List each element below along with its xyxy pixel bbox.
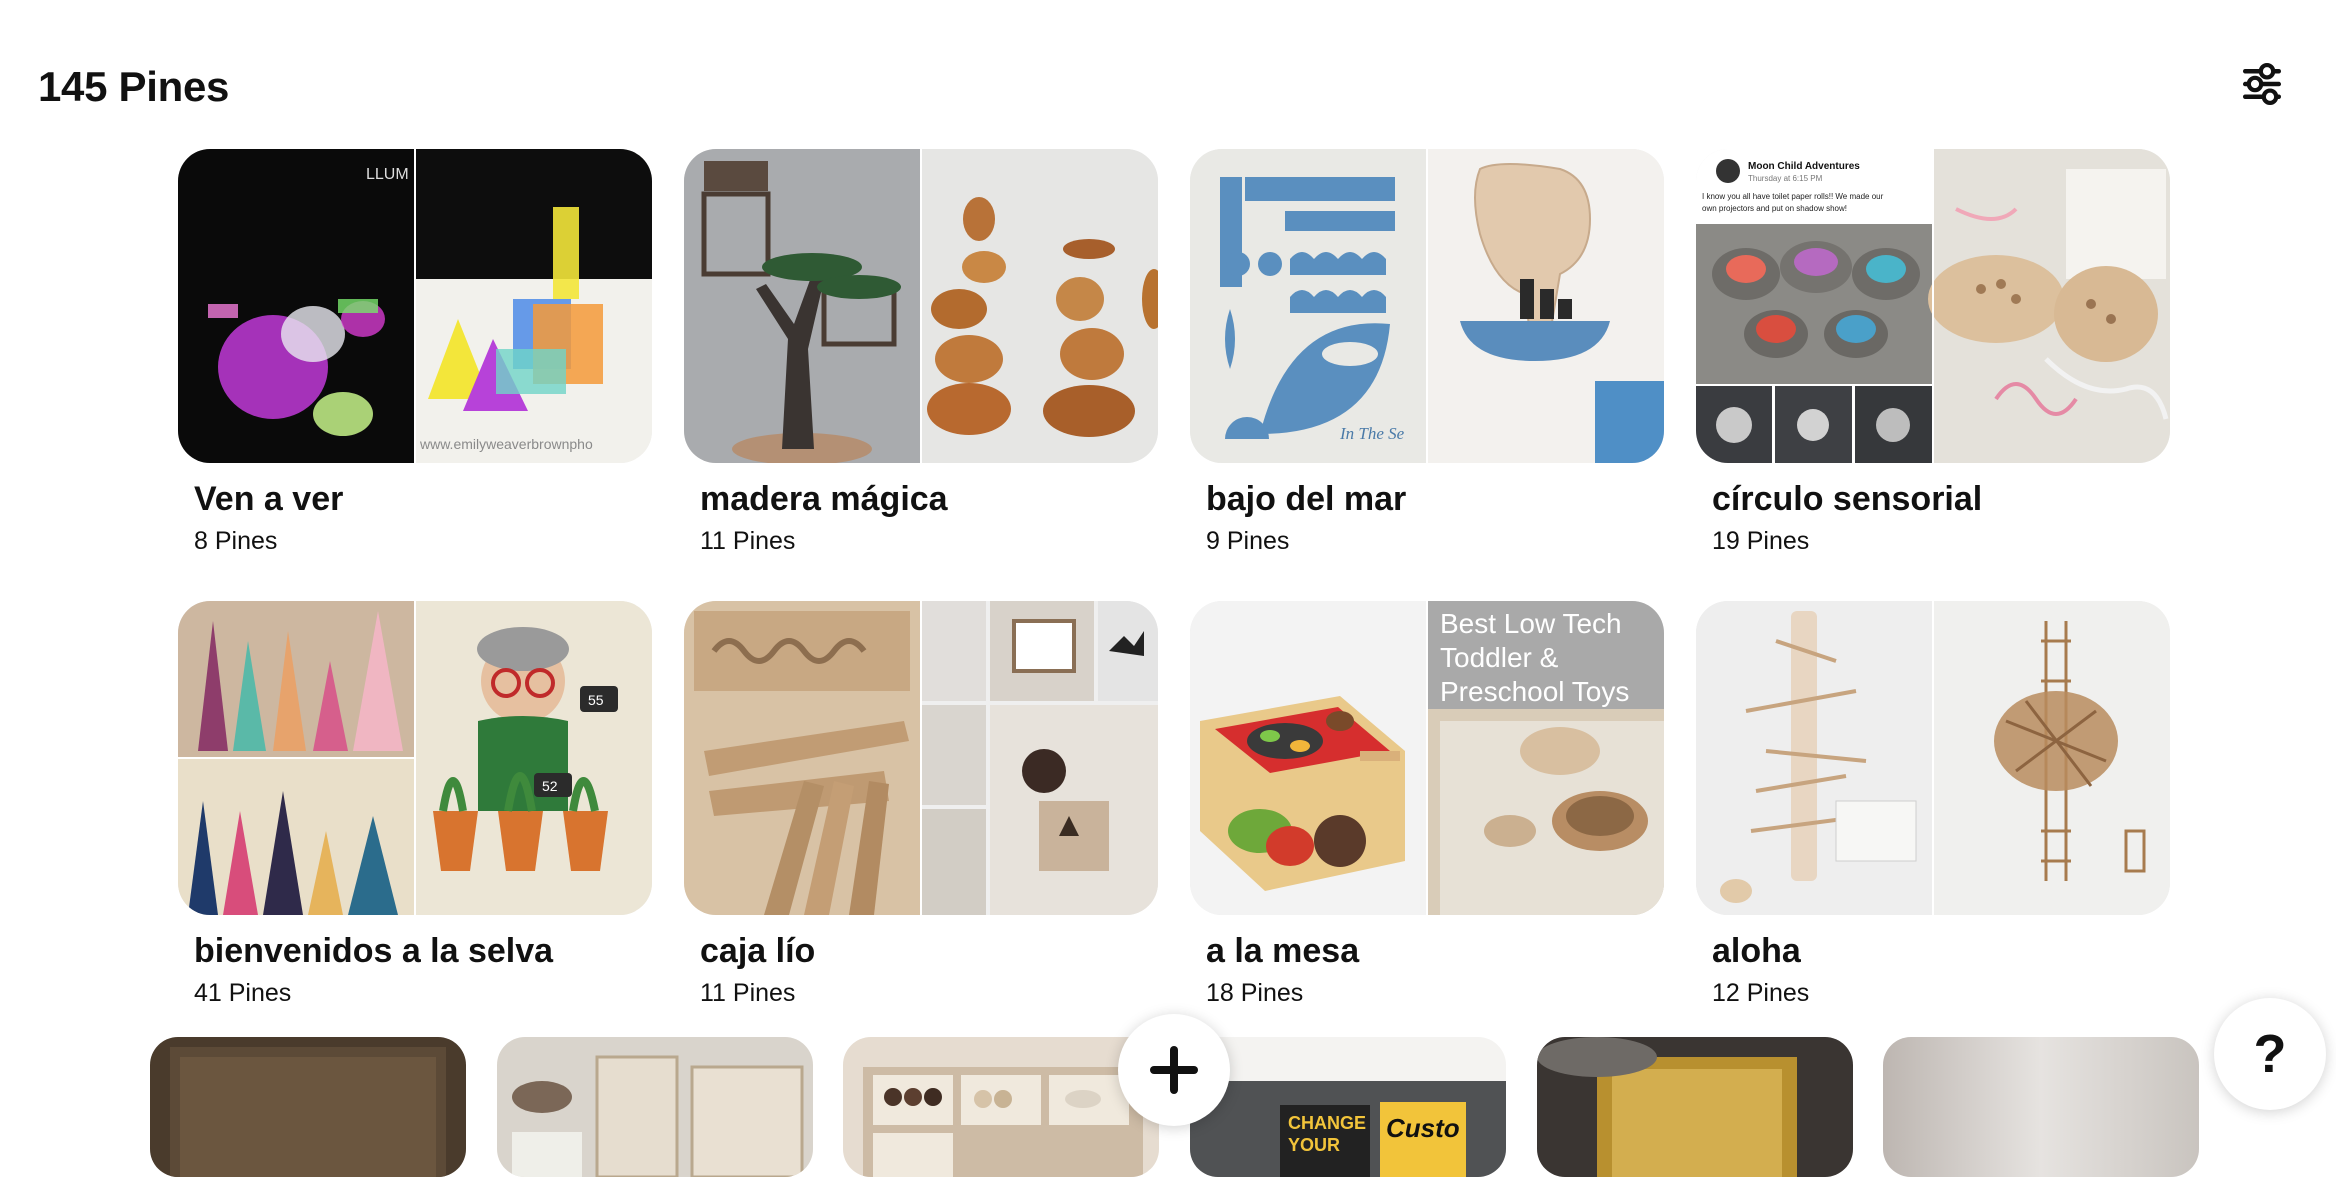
selva-tag-1: 55	[588, 692, 604, 708]
sliders-icon	[2243, 62, 2281, 106]
circulo-post-text-1: I know you all have toilet paper rolls!!…	[1702, 192, 1884, 201]
board-name: aloha	[1712, 932, 1801, 970]
board-pin-count: 19 Pines	[1712, 527, 1810, 555]
circulo-post-time: Thursday at 6:15 PM	[1748, 174, 1823, 183]
board-cover[interactable]: 55 52	[178, 601, 652, 915]
board-name: madera mágica	[700, 480, 948, 518]
board-cover[interactable]: CHANGE YOUR Custo	[1190, 1037, 1506, 1177]
board-cover[interactable]	[843, 1037, 1159, 1177]
mesa-overlay-3: Preschool Toys	[1440, 676, 1629, 707]
board-cover[interactable]	[1537, 1037, 1853, 1177]
board-cover[interactable]	[1883, 1037, 2199, 1177]
board-pin-count: 11 Pines	[700, 527, 796, 555]
board-pin-count: 8 Pines	[194, 527, 278, 555]
board-cover[interactable]: LLUM www.emilyweaverbrownpho	[178, 149, 652, 463]
board-pin-count: 41 Pines	[194, 979, 292, 1007]
board-pin-count: 11 Pines	[700, 979, 796, 1007]
board-card[interactable]: In The Se bajo del mar 9 Pines	[1190, 149, 1664, 557]
board-cover[interactable]	[684, 149, 1158, 463]
board-card[interactable]: 55 52 bienvenidos a la selva 41 Pines	[178, 601, 652, 1009]
ven-sign-text: LLUM	[366, 166, 409, 183]
board-name: círculo sensorial	[1712, 480, 1983, 518]
board-cover[interactable]: Moon Child Adventures Thursday at 6:15 P…	[1696, 149, 2170, 463]
mesa-overlay-1: Best Low Tech	[1440, 608, 1622, 639]
board-name: bienvenidos a la selva	[194, 932, 554, 970]
board-card[interactable]: madera mágica 11 Pines	[684, 149, 1158, 557]
board-card[interactable]: aloha 12 Pines	[1696, 601, 2170, 1009]
bottom-sign-1: CHANGE	[1288, 1113, 1366, 1133]
board-cover[interactable]	[150, 1037, 466, 1177]
question-mark-icon: ?	[2253, 1024, 2287, 1084]
board-pin-count: 12 Pines	[1712, 979, 1810, 1007]
board-card[interactable]: caja lío 11 Pines	[684, 601, 1158, 1009]
board-card[interactable]: LLUM www.emilyweaverbrownpho Ven a ver 8…	[178, 149, 652, 557]
ven-watermark: www.emilyweaverbrownpho	[419, 436, 593, 452]
board-card[interactable]: Best Low Tech Toddler & Preschool Toys a…	[1190, 601, 1664, 1009]
board-cover[interactable]	[497, 1037, 813, 1177]
board-name: a la mesa	[1206, 932, 1360, 970]
board-card[interactable]: Moon Child Adventures Thursday at 6:15 P…	[1696, 149, 2170, 557]
bajo-caption: In The Se	[1339, 424, 1405, 443]
board-name: bajo del mar	[1206, 480, 1407, 518]
board-name: Ven a ver	[194, 480, 344, 518]
filter-button[interactable]	[2236, 58, 2288, 110]
board-cover[interactable]	[684, 601, 1158, 915]
board-name: caja lío	[700, 932, 816, 970]
help-button[interactable]: ?	[2214, 998, 2326, 1110]
circulo-post-text-2: own projectors and put on shadow show!	[1702, 204, 1847, 213]
board-pin-count: 18 Pines	[1206, 979, 1304, 1007]
board-pin-count: 9 Pines	[1206, 527, 1290, 555]
create-button[interactable]	[1118, 1014, 1230, 1126]
selva-tag-2: 52	[542, 778, 558, 794]
mesa-overlay-2: Toddler &	[1440, 642, 1559, 673]
plus-icon	[1150, 1046, 1198, 1094]
circulo-post-author: Moon Child Adventures	[1748, 161, 1860, 172]
board-cover[interactable]: Best Low Tech Toddler & Preschool Toys	[1190, 601, 1664, 915]
page-title: 145 Pines	[38, 63, 230, 110]
board-cover[interactable]: In The Se	[1190, 149, 1664, 463]
bottom-sign-2: YOUR	[1288, 1135, 1340, 1155]
bottom-sign-3: Custo	[1386, 1113, 1460, 1143]
board-cover[interactable]	[1696, 601, 2170, 915]
